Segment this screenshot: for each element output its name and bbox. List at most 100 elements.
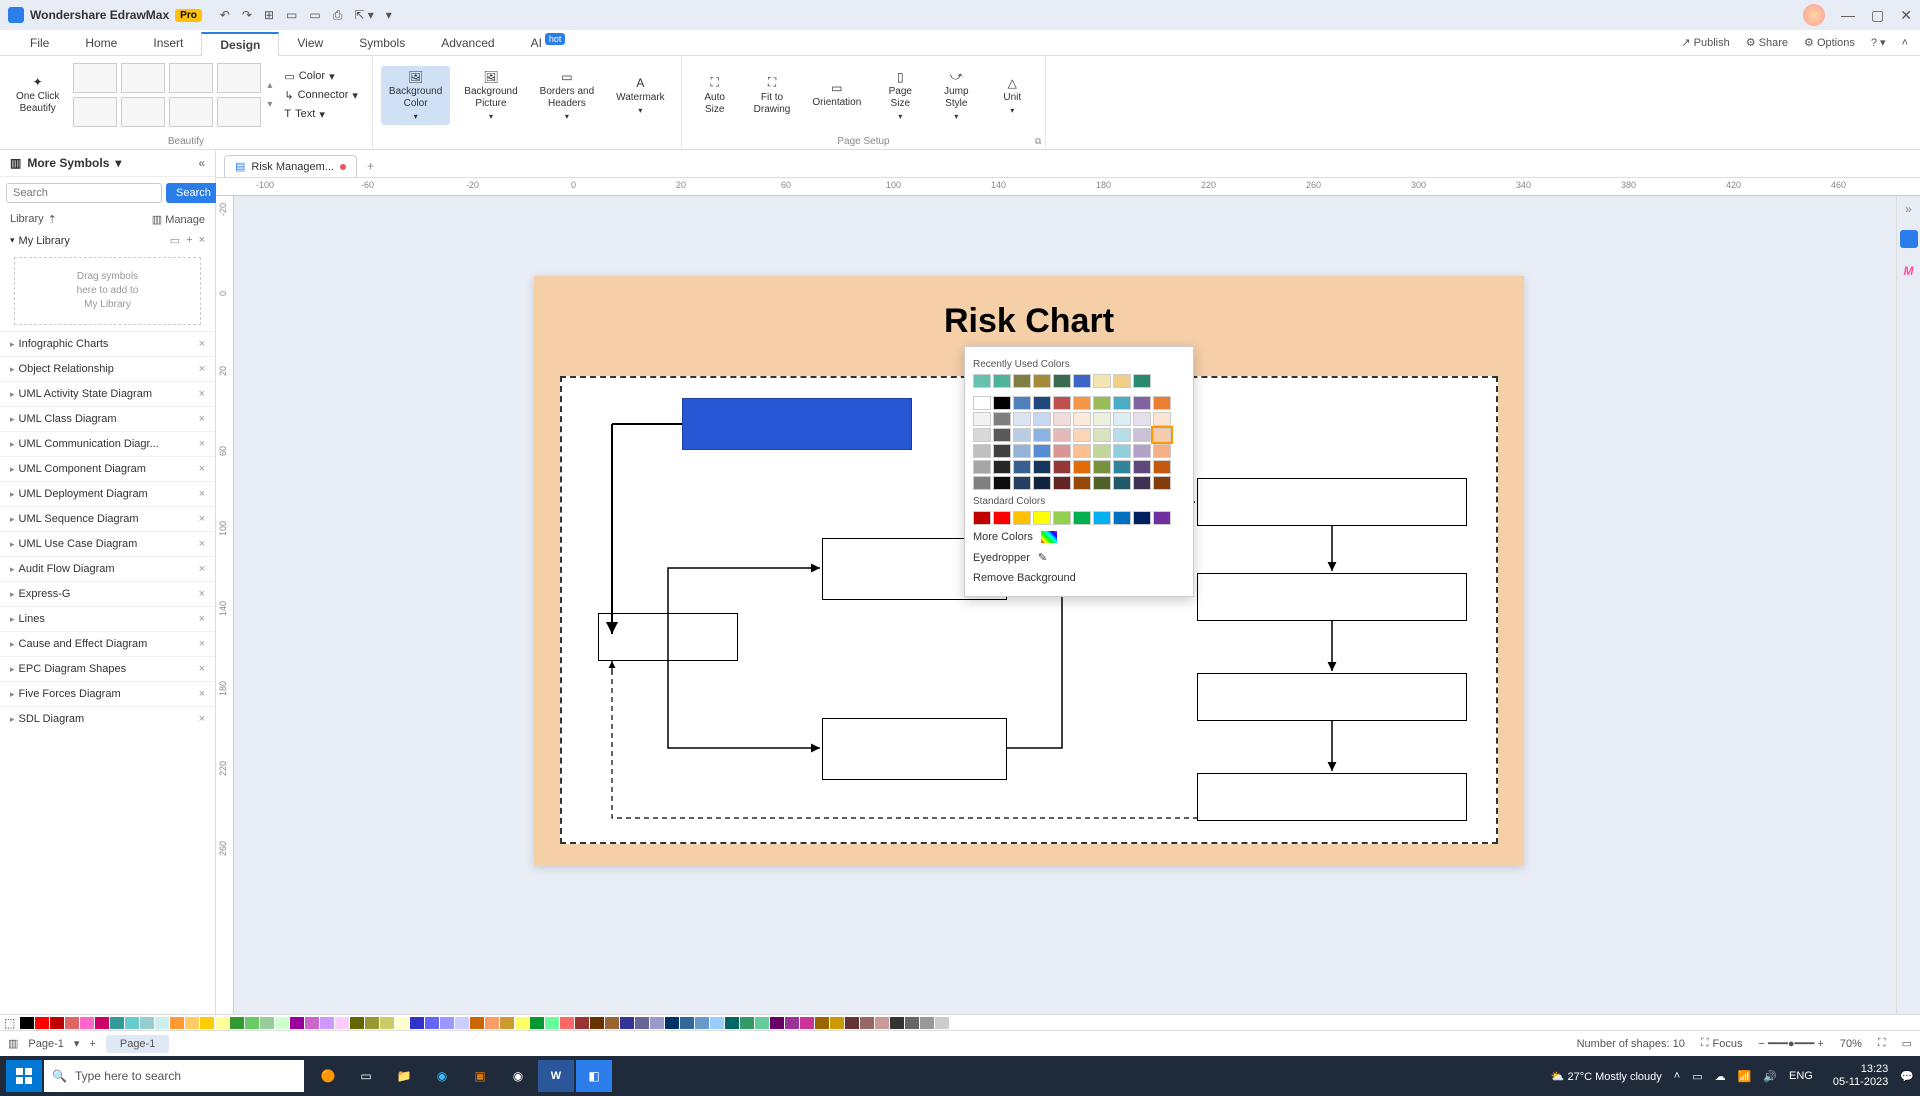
colorbar-swatch[interactable] [125, 1017, 139, 1029]
category-item[interactable]: ▸EPC Diagram Shapes× [0, 656, 215, 681]
flowchart-shape[interactable] [598, 613, 738, 661]
file-explorer-icon[interactable]: 📁 [386, 1060, 422, 1092]
qat-more-icon[interactable]: ▾ [386, 8, 392, 23]
close-icon[interactable]: × [199, 438, 205, 450]
color-swatch[interactable] [973, 476, 991, 490]
color-swatch[interactable] [1093, 460, 1111, 474]
color-swatch[interactable] [1113, 476, 1131, 490]
colorbar-swatch[interactable] [935, 1017, 949, 1029]
ai-assistant-icon[interactable] [1900, 230, 1918, 248]
zoom-controls[interactable]: − ━━━●━━━ + [1759, 1037, 1824, 1050]
color-swatch[interactable] [1033, 396, 1051, 410]
symbol-search-button[interactable]: Search [166, 183, 221, 203]
colorbar-swatch[interactable] [785, 1017, 799, 1029]
close-icon[interactable]: × [199, 613, 205, 625]
panel-collapse-icon[interactable]: « [198, 156, 205, 170]
category-item[interactable]: ▸UML Class Diagram× [0, 406, 215, 431]
meet-now-icon[interactable]: ▭ [1692, 1070, 1702, 1083]
color-swatch[interactable] [1093, 396, 1111, 410]
color-swatch[interactable] [1013, 428, 1031, 442]
colorbar-swatch[interactable] [140, 1017, 154, 1029]
color-swatch[interactable] [1033, 374, 1051, 388]
drawing-canvas[interactable]: Risk Chart [234, 196, 1920, 1014]
colorbar-swatch[interactable] [80, 1017, 94, 1029]
close-icon[interactable]: × [199, 388, 205, 400]
help-icon[interactable]: ? ▾ [1871, 36, 1886, 49]
color-swatch[interactable] [1053, 476, 1071, 490]
colorbar-swatch[interactable] [770, 1017, 784, 1029]
color-swatch[interactable] [1133, 412, 1151, 426]
category-item[interactable]: ▸Infographic Charts× [0, 331, 215, 356]
color-swatch[interactable] [1053, 374, 1071, 388]
menu-home[interactable]: Home [67, 32, 135, 54]
unit-button[interactable]: △Unit▾ [987, 72, 1037, 119]
color-dropdown[interactable]: ▭Color ▾ [278, 68, 364, 85]
open-icon[interactable]: ▭ [286, 8, 297, 23]
color-swatch[interactable] [1133, 511, 1151, 525]
fit-page-icon[interactable]: ⛶ [1878, 1037, 1886, 1050]
taskbar-search[interactable]: 🔍 Type here to search [44, 1060, 304, 1092]
print-icon[interactable]: ⎙ [333, 8, 343, 23]
add-page-icon[interactable]: + [89, 1038, 95, 1050]
colorbar-swatch[interactable] [110, 1017, 124, 1029]
mylib-add-icon[interactable]: + [186, 234, 192, 247]
color-swatch[interactable] [1033, 412, 1051, 426]
category-item[interactable]: ▸UML Use Case Diagram× [0, 531, 215, 556]
word-icon[interactable]: W [538, 1060, 574, 1092]
colorbar-swatch[interactable] [755, 1017, 769, 1029]
user-avatar[interactable] [1803, 4, 1825, 26]
color-swatch[interactable] [1073, 428, 1091, 442]
category-item[interactable]: ▸Object Relationship× [0, 356, 215, 381]
color-swatch[interactable] [1013, 460, 1031, 474]
my-library-header[interactable]: My Library [19, 235, 70, 247]
colorbar-swatch[interactable] [215, 1017, 229, 1029]
color-swatch[interactable] [973, 428, 991, 442]
color-swatch[interactable] [1093, 444, 1111, 458]
background-picture-button[interactable]: 🖼 Background Picture ▾ [456, 66, 525, 125]
category-item[interactable]: ▸Audit Flow Diagram× [0, 556, 215, 581]
beautify-theme-grid[interactable] [73, 63, 261, 127]
close-icon[interactable]: × [199, 588, 205, 600]
task-view-icon[interactable]: ▭ [348, 1060, 384, 1092]
remove-background-button[interactable]: Remove Background [973, 568, 1185, 588]
color-swatch[interactable] [1053, 396, 1071, 410]
flowchart-shape[interactable] [822, 718, 1007, 780]
color-swatch[interactable] [1153, 511, 1171, 525]
color-swatch[interactable] [1013, 444, 1031, 458]
close-icon[interactable]: × [199, 413, 205, 425]
color-swatch[interactable] [1013, 476, 1031, 490]
menu-design[interactable]: Design [201, 32, 279, 56]
close-icon[interactable]: × [199, 363, 205, 375]
color-swatch[interactable] [1153, 476, 1171, 490]
color-swatch[interactable] [1013, 374, 1031, 388]
color-swatch[interactable] [1093, 412, 1111, 426]
colorbar-swatch[interactable] [275, 1017, 289, 1029]
category-item[interactable]: ▸UML Deployment Diagram× [0, 481, 215, 506]
color-swatch[interactable] [973, 374, 991, 388]
volume-icon[interactable]: 🔊 [1763, 1070, 1777, 1083]
ribbon-collapse-icon[interactable]: ˄ [1902, 37, 1908, 49]
colorbar-swatch[interactable] [905, 1017, 919, 1029]
more-colors-button[interactable]: More Colors [973, 527, 1185, 547]
color-swatch[interactable] [993, 412, 1011, 426]
panel-expand-icon[interactable]: » [1905, 202, 1912, 216]
manage-library-link[interactable]: ▥ Manage [152, 213, 205, 226]
colorbar-swatch[interactable] [185, 1017, 199, 1029]
flowchart-shape-selected[interactable] [682, 398, 912, 450]
color-swatch[interactable] [1073, 476, 1091, 490]
quick-color-bar[interactable]: ⬚ [0, 1014, 1920, 1030]
color-swatch[interactable] [1093, 374, 1111, 388]
color-swatch[interactable] [1133, 444, 1151, 458]
color-swatch[interactable] [1133, 428, 1151, 442]
color-swatch[interactable] [1073, 511, 1091, 525]
colorbar-swatch[interactable] [320, 1017, 334, 1029]
colorbar-swatch[interactable] [20, 1017, 34, 1029]
orientation-button[interactable]: ▭Orientation [804, 77, 869, 113]
color-swatch[interactable] [1153, 444, 1171, 458]
color-swatch[interactable] [1053, 460, 1071, 474]
magic-m-icon[interactable]: M [1900, 262, 1918, 280]
category-item[interactable]: ▸Five Forces Diagram× [0, 681, 215, 706]
add-tab-button[interactable]: + [357, 155, 384, 177]
theme-scroll-up-icon[interactable]: ▴ [267, 80, 272, 91]
colorbar-swatch[interactable] [245, 1017, 259, 1029]
